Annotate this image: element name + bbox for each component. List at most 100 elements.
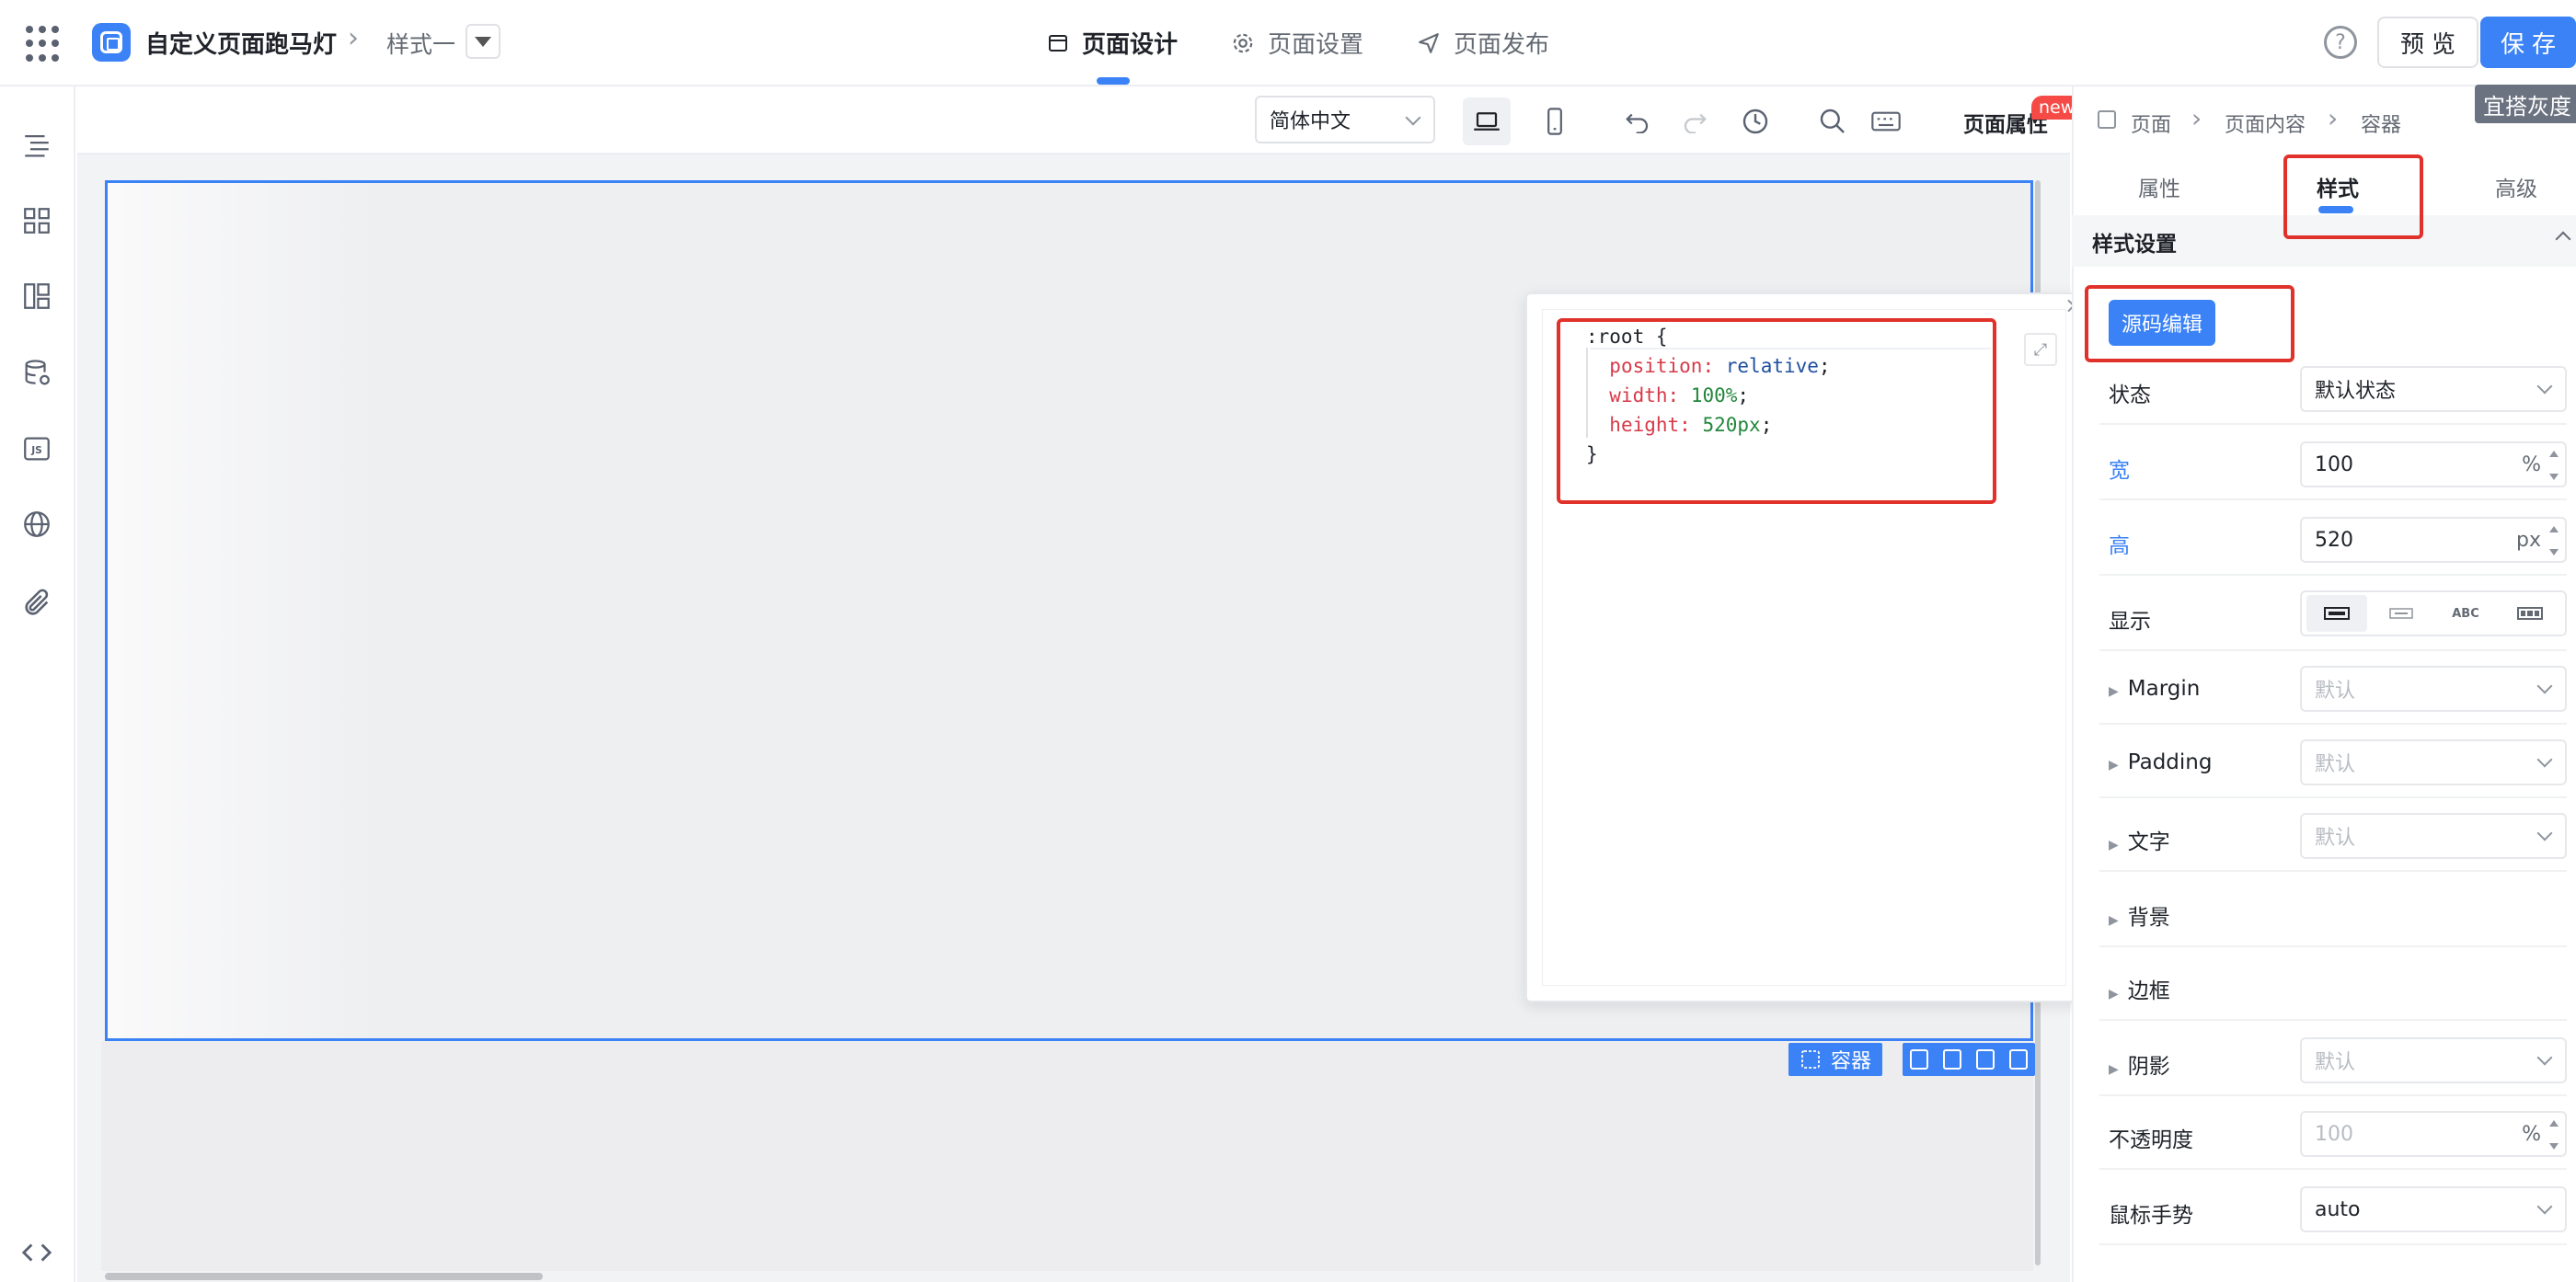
opacity-label: 不透明度 <box>2109 1128 2193 1152</box>
app-title[interactable]: 自定义页面跑马灯 <box>145 26 337 60</box>
breadcrumb-container[interactable]: 容器 <box>2361 109 2401 138</box>
divider <box>2099 945 2567 947</box>
gray-badge: 宜搭灰度 <box>2475 85 2576 123</box>
text-label: 文字 <box>2127 830 2170 854</box>
divider <box>2099 1019 2567 1021</box>
help-icon[interactable]: ? <box>2324 26 2357 59</box>
tab-label: 页面发布 <box>1454 31 1550 59</box>
desktop-view-icon[interactable] <box>1463 97 1511 145</box>
selected-component-tag[interactable]: 容器 <box>1788 1043 1883 1076</box>
padding-row[interactable]: ▶ Padding <box>2109 750 2212 774</box>
shadow-label: 阴影 <box>2127 1055 2170 1079</box>
component-actions <box>1903 1043 2035 1076</box>
undo-icon[interactable] <box>1614 97 1662 145</box>
tab-page-settings[interactable]: 页面设置 <box>1231 26 1363 60</box>
divider <box>2099 423 2567 425</box>
tab-page-design[interactable]: 页面设计 <box>1047 26 1178 60</box>
height-value: 520 <box>2315 528 2353 552</box>
outline-icon[interactable] <box>18 127 55 164</box>
padding-select[interactable]: 默认 <box>2300 739 2567 785</box>
language-select[interactable]: 简体中文 <box>1255 96 1435 143</box>
style-name[interactable]: 样式一 <box>386 27 455 60</box>
breadcrumb-page[interactable]: 页面 <box>2131 109 2171 138</box>
expand-icon[interactable]: ⤢ <box>2024 333 2057 366</box>
tab-page-publish[interactable]: 页面发布 <box>1417 26 1549 60</box>
height-input[interactable]: 520 px <box>2300 517 2567 563</box>
cursor-select[interactable]: auto <box>2300 1186 2567 1232</box>
chevron-right-icon: › <box>348 22 359 54</box>
copy-icon[interactable] <box>1976 1049 1995 1070</box>
expand-arrow-icon: ▶ <box>2109 684 2119 699</box>
expand-arrow-icon: ▶ <box>2109 913 2119 928</box>
tab-properties[interactable]: 属性 <box>2138 171 2180 202</box>
width-value: 100 <box>2315 452 2353 476</box>
edit-icon[interactable] <box>1910 1049 1928 1070</box>
globe-icon[interactable] <box>18 506 55 543</box>
attachment-icon[interactable] <box>18 585 55 622</box>
code-icon[interactable] <box>18 1234 55 1271</box>
display-inline-option[interactable]: ABC <box>2435 595 2496 632</box>
preview-button[interactable]: 预览 <box>2377 17 2478 68</box>
annotation-highlight-style-tab <box>2283 155 2423 239</box>
components-icon[interactable] <box>18 202 55 239</box>
display-flex-icon[interactable] <box>2500 595 2560 632</box>
page-icon <box>2098 110 2116 129</box>
state-label: 状态 <box>2109 383 2151 407</box>
svg-text:JS: JS <box>30 444 42 456</box>
width-stepper[interactable] <box>2548 449 2559 482</box>
chevron-right-icon: › <box>2328 103 2339 133</box>
annotation-highlight-source-button <box>2085 285 2294 362</box>
display-toggle-group: ABC <box>2300 590 2567 636</box>
breadcrumb-page-content[interactable]: 页面内容 <box>2225 109 2306 138</box>
divider <box>2099 1168 2567 1170</box>
width-unit[interactable]: % <box>2522 453 2541 476</box>
send-icon <box>1419 32 1439 53</box>
app-logo-icon <box>92 23 131 62</box>
height-unit[interactable]: px <box>2516 529 2541 552</box>
divider <box>2099 1094 2567 1096</box>
divider <box>2099 498 2567 500</box>
state-select[interactable]: 默认状态 <box>2300 366 2567 412</box>
layout-icon[interactable] <box>18 278 55 315</box>
opacity-unit: % <box>2522 1123 2541 1146</box>
save-button[interactable]: 保存 <box>2480 17 2576 68</box>
text-select[interactable]: 默认 <box>2300 813 2567 859</box>
annotation-highlight-code <box>1557 318 1996 504</box>
shadow-row[interactable]: ▶ 阴影 <box>2109 1048 2170 1080</box>
search-icon[interactable] <box>1809 97 1857 145</box>
border-row[interactable]: ▶ 边框 <box>2109 973 2170 1004</box>
height-label: 高 <box>2109 534 2130 558</box>
divider <box>2099 796 2567 798</box>
delete-icon[interactable] <box>2009 1049 2028 1070</box>
expand-arrow-icon: ▶ <box>2109 1062 2119 1077</box>
text-row[interactable]: ▶ 文字 <box>2109 824 2170 855</box>
opacity-input[interactable]: 100% <box>2300 1111 2567 1157</box>
expand-arrow-icon: ▶ <box>2109 987 2119 1002</box>
cursor-label: 鼠标手势 <box>2109 1204 2193 1228</box>
margin-select[interactable]: 默认 <box>2300 666 2567 712</box>
background-row[interactable]: ▶ 背景 <box>2109 899 2170 931</box>
horizontal-scrollbar[interactable] <box>105 1273 543 1280</box>
display-inline-block-icon[interactable] <box>2371 595 2432 632</box>
redo-icon[interactable] <box>1671 97 1719 145</box>
history-icon[interactable] <box>1731 97 1779 145</box>
margin-row[interactable]: ▶ Margin <box>2109 677 2200 701</box>
shadow-select[interactable]: 默认 <box>2300 1037 2567 1083</box>
width-label: 宽 <box>2109 459 2130 483</box>
divider <box>2099 1243 2567 1245</box>
canvas-empty-area <box>101 1041 2033 1271</box>
height-stepper[interactable] <box>2548 524 2559 557</box>
app-grid-icon[interactable] <box>26 26 63 63</box>
tab-advanced[interactable]: 高级 <box>2495 171 2537 202</box>
datasource-icon[interactable] <box>18 355 55 392</box>
width-input[interactable]: 100% <box>2300 441 2567 487</box>
background-label: 背景 <box>2127 906 2170 930</box>
add-icon[interactable] <box>1943 1049 1961 1070</box>
opacity-stepper[interactable] <box>2548 1118 2559 1151</box>
mobile-view-icon[interactable] <box>1531 97 1579 145</box>
keyboard-icon[interactable] <box>1862 97 1910 145</box>
style-dropdown-button[interactable] <box>466 24 500 59</box>
divider <box>2099 870 2567 872</box>
js-icon[interactable]: JS <box>18 430 55 467</box>
display-block-icon[interactable] <box>2306 595 2367 632</box>
